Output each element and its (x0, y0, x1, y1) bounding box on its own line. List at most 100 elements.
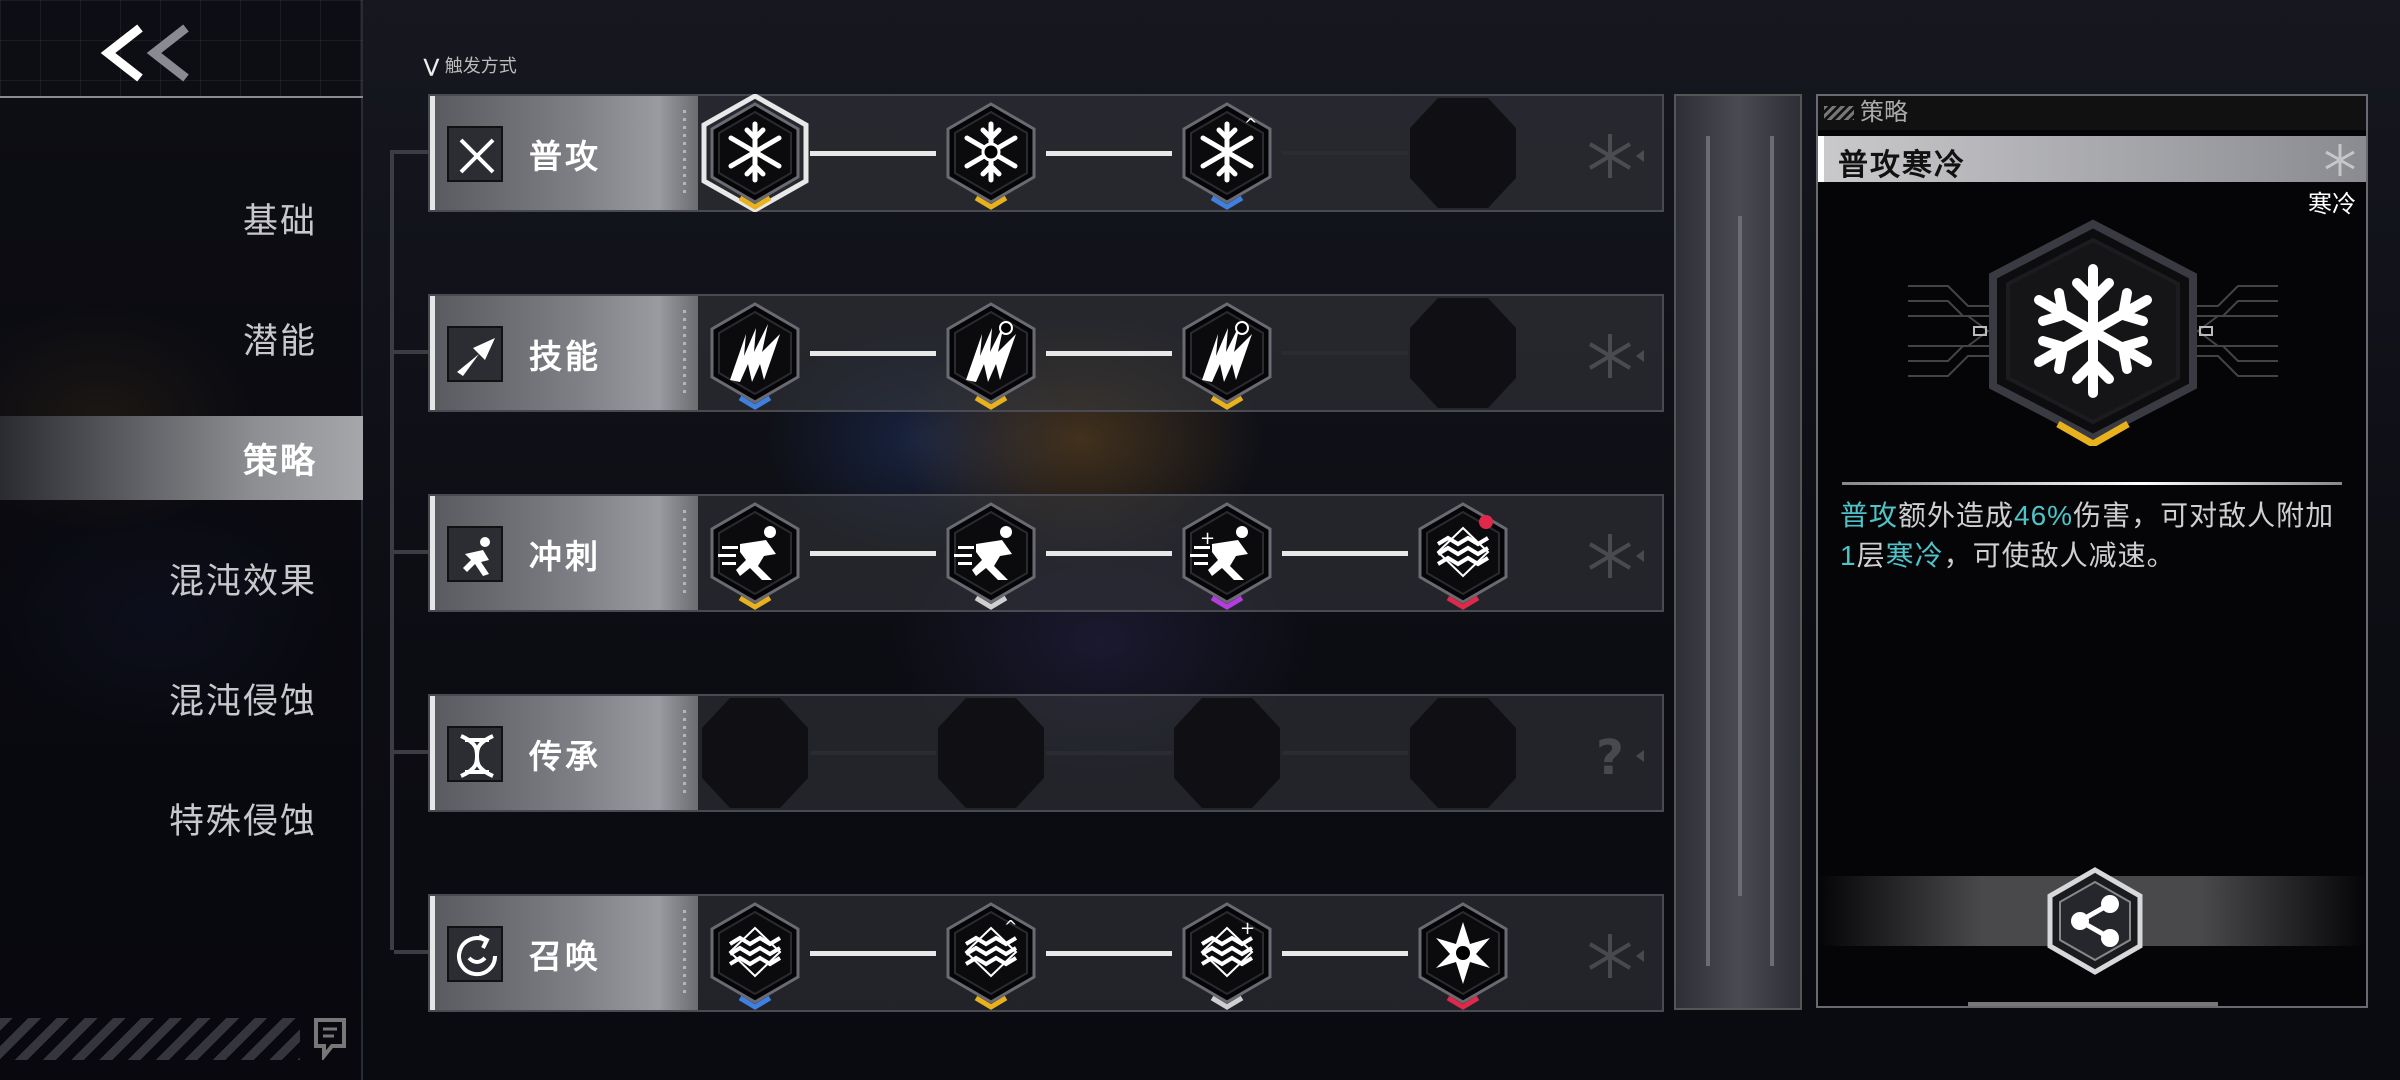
empty-strategy-slot (1408, 94, 1518, 212)
nav-item-label: 潜能 (242, 321, 317, 361)
double-chevron-left-icon (100, 24, 189, 82)
nav-item-special-erosion[interactable]: 特殊侵蚀 (0, 776, 363, 860)
node-connector (1282, 351, 1408, 355)
strategy-node-snowflake-plus[interactable]: ^ (1172, 94, 1282, 212)
nav-item-label: 混沌侵蚀 (168, 681, 317, 721)
node-connector (810, 351, 936, 356)
row-header-skill[interactable]: 技能 (430, 296, 698, 410)
detail-panel: 策略 普攻寒冷 寒冷 普攻额外造成46%伤害，可对敌人附加1层寒冷，可使敌人减速… (1816, 94, 2368, 1008)
share-icon (2047, 867, 2143, 975)
row-header-dots (683, 510, 686, 596)
center-divider-panel (1674, 94, 1802, 1010)
strategy-node-runner[interactable] (700, 494, 810, 612)
node-connector (1282, 751, 1408, 755)
svg-text:^: ^ (1244, 115, 1257, 134)
running-icon (447, 526, 503, 582)
strategy-node-claw-rose[interactable] (936, 294, 1046, 412)
trigger-mode-toggle[interactable]: ⋁ 触发方式 (424, 52, 517, 78)
node-connector (1046, 751, 1172, 755)
tree-branch (394, 550, 430, 554)
detail-bottom-line (1968, 1002, 2218, 1006)
detail-title-bar: 普攻寒冷 (1818, 136, 2366, 182)
node-connector (1046, 951, 1172, 956)
snowflake-icon (2325, 144, 2355, 176)
strategy-node-wave[interactable] (700, 894, 810, 1012)
empty-strategy-slot (1172, 694, 1282, 812)
strategy-node-wave-plus[interactable]: + (1172, 894, 1282, 1012)
description-text: ，可使敌人减速。 (1943, 540, 2176, 571)
strategy-node-star-flower[interactable] (1408, 894, 1518, 1012)
row-label: 技能 (529, 338, 601, 375)
row-label: 冲刺 (529, 538, 601, 575)
svg-text:?: ? (1596, 730, 1624, 786)
question-icon: ? (1586, 726, 1648, 786)
row-label: 普攻 (529, 138, 601, 175)
row-label: 召唤 (529, 938, 601, 975)
dna-icon (447, 726, 503, 782)
claw-icon (1586, 326, 1648, 386)
detail-divider (1842, 482, 2342, 485)
tree-branch (394, 950, 430, 954)
detail-tag: 寒冷 (2308, 191, 2356, 218)
nav-item-chaos-effect[interactable]: 混沌效果 (0, 536, 363, 620)
tree-branch (394, 150, 430, 154)
decor-stripes (0, 1018, 300, 1060)
tree-branch (394, 750, 430, 754)
nav-item-potential[interactable]: 潜能 (0, 296, 363, 380)
detail-description: 普攻额外造成46%伤害，可对敌人附加 1层寒冷，可使敌人减速。 (1840, 496, 2350, 576)
strategy-node-wave-up[interactable]: ^ (936, 894, 1046, 1012)
tree-branch (394, 350, 430, 354)
description-highlight: 46% (2014, 500, 2074, 531)
node-connector (810, 151, 936, 156)
detail-title: 普攻寒冷 (1838, 149, 1966, 182)
node-connector (1282, 551, 1408, 556)
description-highlight: 寒冷 (1885, 540, 1944, 571)
nav-item-label: 基础 (242, 201, 317, 241)
node-connector (810, 551, 936, 556)
description-text: 层 (1856, 540, 1886, 571)
nav-item-label: 混沌效果 (168, 561, 317, 601)
nav-item-label: 特殊侵蚀 (168, 801, 317, 841)
node-connector (1282, 151, 1408, 155)
arrow-burst-icon (447, 326, 503, 382)
row-label: 传承 (529, 738, 601, 775)
node-connector (810, 751, 936, 755)
strategy-node-snowflake-core[interactable] (936, 94, 1046, 212)
detail-section-label: 策略 (1860, 99, 1908, 126)
chevron-down-icon: ⋁ (424, 56, 439, 76)
svg-text:+: + (1200, 528, 1215, 549)
empty-strategy-slot (700, 694, 810, 812)
row-header-basic-attack[interactable]: 普攻 (430, 96, 698, 210)
row-header-dots (683, 910, 686, 996)
nav-item-strategy[interactable]: 策略 (0, 416, 363, 500)
strategy-node-runner[interactable] (936, 494, 1046, 612)
row-header-dots (683, 110, 686, 196)
nav-item-basic[interactable]: 基础 (0, 176, 363, 260)
strategy-node-claw-skull[interactable] (1172, 294, 1282, 412)
node-connector (1046, 351, 1172, 356)
row-header-inheritance[interactable]: 传承 (430, 696, 698, 810)
strategy-node-wave-alert[interactable] (1408, 494, 1518, 612)
node-connector (1046, 151, 1172, 156)
strategy-node-claw[interactable] (700, 294, 810, 412)
runner-icon (1586, 526, 1648, 586)
strategy-node-snowflake[interactable] (700, 93, 810, 213)
row-header-summon[interactable]: 召唤 (430, 896, 698, 1010)
share-button[interactable] (2040, 866, 2150, 976)
help-icon[interactable] (310, 1016, 350, 1062)
summon-swirl-icon (447, 926, 503, 982)
description-text: 额外造成 (1898, 500, 2015, 531)
back-button[interactable] (100, 18, 200, 88)
strategy-node-runner-plus[interactable]: + (1172, 494, 1282, 612)
nav-item-chaos-erosion[interactable]: 混沌侵蚀 (0, 656, 363, 740)
snowflake-icon (1586, 126, 1648, 186)
node-connector (810, 951, 936, 956)
svg-text:^: ^ (1004, 917, 1017, 936)
crossed-swords-icon (447, 126, 503, 182)
row-header-dash[interactable]: 冲刺 (430, 496, 698, 610)
svg-text:+: + (1240, 918, 1255, 939)
detail-icon (1908, 216, 2278, 449)
empty-strategy-slot (1408, 294, 1518, 412)
row-header-dots (683, 310, 686, 396)
empty-strategy-slot (936, 694, 1046, 812)
